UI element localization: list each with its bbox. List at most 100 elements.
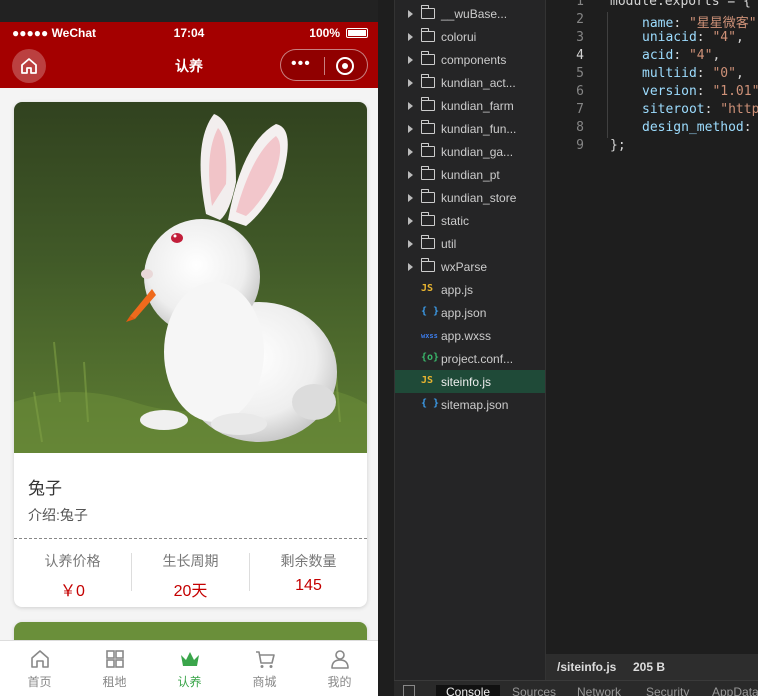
- user-icon: [330, 650, 349, 669]
- tree-folder[interactable]: __wuBase...: [395, 2, 546, 25]
- expand-arrow-icon[interactable]: [408, 33, 413, 41]
- code-line: 9};: [546, 138, 758, 156]
- cart-icon: [255, 651, 275, 668]
- stat-value: ￥0: [60, 583, 85, 600]
- expand-arrow-icon[interactable]: [408, 79, 413, 87]
- card-divider: [14, 538, 367, 539]
- code-line: 3 uniacid: "4",: [546, 30, 758, 48]
- expand-arrow-icon[interactable]: [408, 102, 413, 110]
- file-type-icon: wxss: [421, 332, 438, 340]
- file-path: /siteinfo.js: [557, 660, 617, 674]
- tree-item-label: app.wxss: [441, 329, 492, 343]
- tree-file[interactable]: JS siteinfo.js: [395, 370, 546, 393]
- tab-network[interactable]: Network: [577, 685, 621, 696]
- expand-arrow-icon[interactable]: [408, 171, 413, 179]
- product-name: 兔子: [28, 479, 62, 498]
- expand-arrow-icon[interactable]: [408, 240, 413, 248]
- tab-appdata[interactable]: AppData: [712, 685, 758, 696]
- tab-land-rental[interactable]: 租地: [77, 641, 152, 696]
- stat-value: 145: [295, 577, 322, 594]
- tab-console[interactable]: Console: [436, 685, 501, 696]
- dock-icon[interactable]: [403, 685, 415, 696]
- rabbit-photo: [14, 102, 367, 453]
- tree-folder[interactable]: kundian_fun...: [395, 117, 546, 140]
- close-miniprogram-button[interactable]: [336, 57, 354, 75]
- expand-arrow-icon[interactable]: [408, 217, 413, 225]
- line-number: 9: [576, 138, 584, 153]
- tree-item-label: kundian_pt: [441, 168, 500, 182]
- navigation-bar: 认养 •••: [0, 44, 378, 88]
- tree-item-label: util: [441, 237, 457, 251]
- product-card-partial[interactable]: [14, 622, 367, 640]
- tab-mall[interactable]: 商城: [227, 641, 302, 696]
- expand-arrow-icon[interactable]: [408, 263, 413, 271]
- tab-bar: 首页 租地 认养 商城 我的: [0, 640, 378, 696]
- tree-item-label: wxParse: [441, 260, 488, 274]
- tree-folder[interactable]: kundian_act...: [395, 71, 546, 94]
- folder-icon: [421, 212, 435, 226]
- tree-item-label: kundian_store: [441, 191, 517, 205]
- tree-folder[interactable]: components: [395, 48, 546, 71]
- stat-label: 生长周期: [162, 553, 219, 569]
- tree-item-label: app.js: [441, 283, 474, 297]
- expand-arrow-icon[interactable]: [408, 194, 413, 202]
- code-editor[interactable]: 1 module.exports = {2 name: "星星微客" 3 uniacid…: [545, 0, 758, 654]
- tree-folder[interactable]: kundian_store: [395, 186, 546, 209]
- folder-icon: [421, 189, 435, 203]
- tree-item-label: kundian_fun...: [441, 122, 517, 136]
- battery-percent: 100%: [309, 26, 340, 40]
- tree-folder[interactable]: util: [395, 232, 546, 255]
- folder-icon: [421, 28, 435, 42]
- line-number: 5: [576, 66, 584, 81]
- tab-home[interactable]: 首页: [2, 641, 77, 696]
- tree-folder[interactable]: kundian_farm: [395, 94, 546, 117]
- file-type-icon: { }: [421, 398, 440, 409]
- file-type-icon: JS: [421, 375, 434, 386]
- stat-label: 剩余数量: [280, 553, 337, 569]
- more-menu-button[interactable]: •••: [291, 55, 311, 73]
- tree-item-label: __wuBase...: [441, 7, 508, 21]
- code-line: 1 module.exports = {: [546, 0, 758, 12]
- tree-file[interactable]: {o} project.conf...: [395, 347, 546, 370]
- tab-label: 我的: [327, 675, 352, 689]
- tree-folder[interactable]: colorui: [395, 25, 546, 48]
- scroll-content[interactable]: 兔子 介绍:兔子 认养价格 ￥0 生长周期 20天 剩余数量 145: [0, 88, 378, 640]
- code-text: name: "星星微客": [642, 16, 757, 31]
- tab-security[interactable]: Security: [646, 685, 689, 696]
- tree-item-label: app.json: [441, 306, 487, 320]
- product-intro: 介绍:兔子: [28, 507, 88, 523]
- tab-adopt[interactable]: 认养: [152, 641, 227, 696]
- code-text: siteroot: "https:: [642, 102, 758, 117]
- phone-simulator: ●●●●● WeChat 17:04 100% 认养 ••• 兔子 介绍:兔子 …: [0, 0, 378, 696]
- code-line: 2 name: "星星微客": [546, 12, 758, 31]
- tree-file[interactable]: wxss app.wxss: [395, 324, 546, 347]
- stat-price: 认养价格 ￥0: [14, 551, 131, 601]
- menu-capsule: •••: [280, 49, 368, 81]
- expand-arrow-icon[interactable]: [408, 148, 413, 156]
- home-icon: [30, 650, 49, 668]
- tree-item-label: static: [441, 214, 470, 228]
- code-line: 5 multiid: "0",: [546, 66, 758, 84]
- folder-icon: [421, 74, 435, 88]
- expand-arrow-icon[interactable]: [408, 10, 413, 18]
- tree-folder[interactable]: static: [395, 209, 546, 232]
- tree-folder[interactable]: kundian_ga...: [395, 140, 546, 163]
- stat-label: 认养价格: [44, 553, 101, 569]
- code-line: 8 design_method: ": [546, 120, 758, 138]
- tab-label: 认养: [177, 675, 202, 689]
- tree-item-label: kundian_act...: [441, 76, 516, 90]
- tab-mine[interactable]: 我的: [302, 641, 377, 696]
- stat-growth-period: 生长周期 20天: [132, 551, 249, 601]
- tree-file[interactable]: { } app.json: [395, 301, 546, 324]
- tree-folder[interactable]: kundian_pt: [395, 163, 546, 186]
- tree-file[interactable]: { } sitemap.json: [395, 393, 546, 416]
- product-card[interactable]: 兔子 介绍:兔子 认养价格 ￥0 生长周期 20天 剩余数量 145: [14, 102, 367, 607]
- folder-icon: [421, 5, 435, 19]
- folder-icon: [421, 97, 435, 111]
- expand-arrow-icon[interactable]: [408, 56, 413, 64]
- expand-arrow-icon[interactable]: [408, 125, 413, 133]
- tree-file[interactable]: JS app.js: [395, 278, 546, 301]
- tree-folder[interactable]: wxParse: [395, 255, 546, 278]
- tree-item-label: kundian_ga...: [441, 145, 514, 159]
- tab-sources[interactable]: Sources: [512, 685, 556, 696]
